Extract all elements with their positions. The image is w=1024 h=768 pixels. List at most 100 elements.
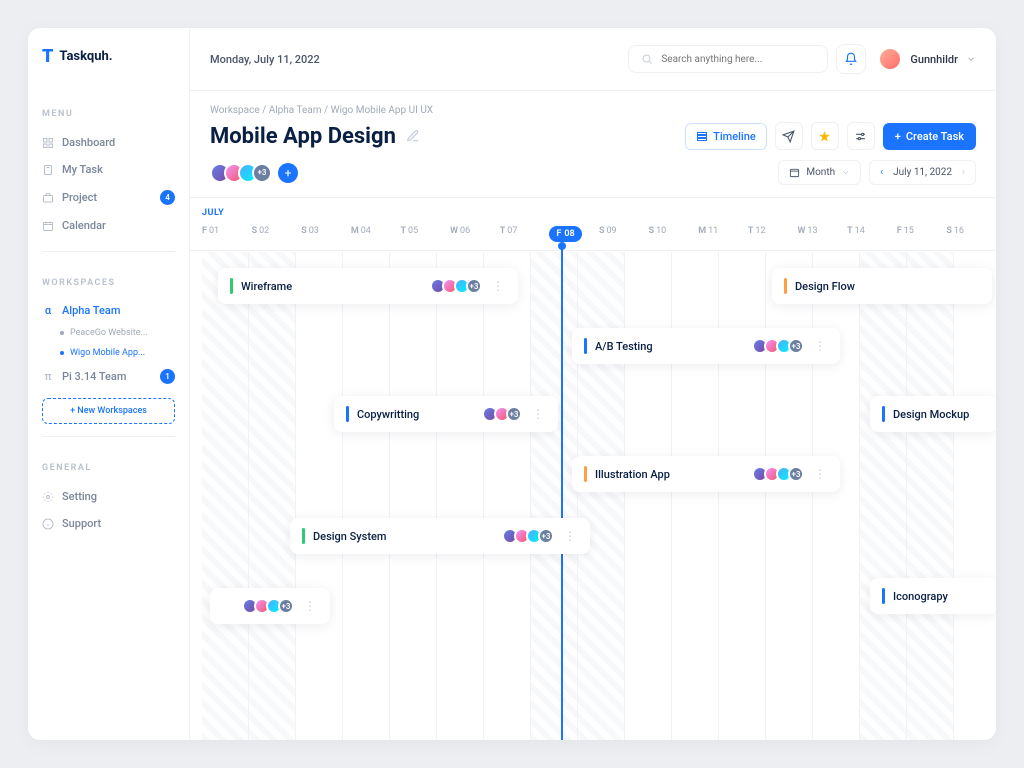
task-menu-button[interactable]: ⋮: [812, 467, 828, 481]
prev-date-button[interactable]: ‹: [880, 167, 883, 178]
breadcrumb[interactable]: Workspace / Alpha Team / Wigo Mobile App…: [210, 105, 976, 116]
menu-section-label: MENU: [42, 109, 175, 119]
member-avatars[interactable]: +3: [210, 163, 272, 183]
current-date: July 11, 2022: [893, 167, 952, 178]
workspace-children: PeaceGo Website... Wigo Mobile App...: [42, 323, 175, 363]
day-column[interactable]: W 06: [450, 226, 500, 242]
day-column[interactable]: F 15: [897, 226, 947, 242]
task-avatars: +3: [430, 278, 482, 294]
day-column[interactable]: S 16: [946, 226, 996, 242]
workspace-alpha[interactable]: α Alpha Team: [42, 298, 175, 323]
search-icon: [641, 53, 653, 65]
nav-setting[interactable]: Setting: [42, 483, 175, 510]
nav-dashboard[interactable]: Dashboard: [42, 129, 175, 156]
day-column[interactable]: S 03: [301, 226, 351, 242]
task-card-iconography[interactable]: Iconograpy: [870, 578, 996, 614]
project-badge: 4: [160, 190, 175, 205]
range-dropdown[interactable]: Month: [778, 160, 861, 185]
task-avatars: +3: [502, 528, 554, 544]
task-card-abtesting[interactable]: A/B Testing +3 ⋮: [572, 328, 840, 364]
ws-label: Alpha Team: [62, 304, 120, 317]
day-column[interactable]: S 02: [252, 226, 302, 242]
task-card-wireframe[interactable]: Wireframe +3 ⋮: [218, 268, 518, 304]
divider: [42, 436, 175, 437]
task-card-illustration[interactable]: Illustration App +3 ⋮: [572, 456, 840, 492]
pi-icon: π: [42, 371, 54, 383]
task-menu-button[interactable]: ⋮: [490, 279, 506, 293]
create-task-button[interactable]: + Create Task: [883, 123, 976, 150]
task-menu-button[interactable]: ⋮: [530, 407, 546, 421]
nav-calendar[interactable]: Calendar: [42, 212, 175, 239]
day-column[interactable]: M 04: [351, 226, 401, 242]
task-avatars: +3: [482, 406, 522, 422]
username: Gunnhildr: [910, 53, 958, 66]
task-card-copywriting[interactable]: Copywritting +3 ⋮: [334, 396, 558, 432]
favorite-button[interactable]: [811, 122, 839, 150]
task-color-bar: [230, 278, 233, 294]
day-column[interactable]: T 07: [500, 226, 550, 242]
search-box[interactable]: [628, 45, 828, 73]
task-card-designflow[interactable]: Design Flow: [772, 268, 992, 304]
page-title: Mobile App Design: [210, 124, 396, 149]
ws-child-wigo[interactable]: Wigo Mobile App...: [60, 343, 175, 363]
nav-project[interactable]: Project 4: [42, 183, 175, 212]
day-column[interactable]: S 09: [599, 226, 649, 242]
task-menu-button[interactable]: ⋮: [562, 529, 578, 543]
app-shell: T Taskquh. MENU Dashboard My Task Projec…: [28, 28, 996, 740]
day-column[interactable]: T 14: [847, 226, 897, 242]
chevron-down-icon: [966, 54, 976, 64]
edit-icon[interactable]: [406, 129, 420, 143]
info-icon: [42, 518, 54, 530]
task-card-designsystem[interactable]: Design System +3 ⋮: [290, 518, 590, 554]
sliders-icon: [854, 130, 867, 143]
alpha-icon: α: [42, 305, 54, 317]
notification-button[interactable]: [836, 44, 866, 74]
logo-mark-icon: T: [42, 46, 53, 67]
new-workspace-button[interactable]: + New Workspaces: [42, 398, 175, 424]
workspace-pi[interactable]: π Pi 3.14 Team 1: [42, 363, 175, 390]
grid-icon: [42, 137, 54, 149]
gear-icon: [42, 491, 54, 503]
general-section-label: GENERAL: [42, 463, 175, 473]
day-column[interactable]: M 11: [698, 226, 748, 242]
day-column[interactable]: T 12: [748, 226, 798, 242]
task-color-bar: [784, 278, 787, 294]
bell-icon: [844, 52, 858, 66]
page-header: Workspace / Alpha Team / Wigo Mobile App…: [190, 91, 996, 198]
nav-support[interactable]: Support: [42, 510, 175, 537]
timeline-view-button[interactable]: Timeline: [685, 123, 767, 150]
ws-child-peacego[interactable]: PeaceGo Website...: [60, 323, 175, 343]
task-menu-button[interactable]: ⋮: [812, 339, 828, 353]
chevron-down-icon: [841, 168, 850, 177]
day-column[interactable]: F 08: [549, 226, 599, 242]
calendar-icon: [789, 167, 800, 178]
timeline-view: JULY F 01S 02S 03M 04T 05W 06T 07F 08S 0…: [190, 198, 996, 740]
nav-label: My Task: [62, 163, 103, 176]
task-menu-button[interactable]: ⋮: [302, 599, 318, 613]
add-member-button[interactable]: +: [278, 163, 298, 183]
day-column[interactable]: F 01: [202, 226, 252, 242]
rows-icon: [696, 130, 708, 142]
search-input[interactable]: [661, 54, 815, 65]
day-column[interactable]: T 05: [401, 226, 451, 242]
logo[interactable]: T Taskquh.: [42, 46, 175, 67]
nav-label: Dashboard: [62, 136, 115, 149]
nav-mytask[interactable]: My Task: [42, 156, 175, 183]
task-color-bar: [346, 406, 349, 422]
task-card-avatars-only[interactable]: +3 ⋮: [210, 588, 330, 624]
clipboard-icon: [42, 164, 54, 176]
topbar: Monday, July 11, 2022 Gunnhildr: [190, 28, 996, 91]
user-menu[interactable]: Gunnhildr: [878, 47, 976, 71]
task-card-designmockup[interactable]: Design Mockup: [870, 396, 996, 432]
task-avatars: +3: [242, 598, 294, 614]
task-color-bar: [584, 466, 587, 482]
share-button[interactable]: [775, 122, 803, 150]
task-avatars: +3: [752, 338, 804, 354]
task-avatars: +3: [752, 466, 804, 482]
calendar-icon: [42, 220, 54, 232]
next-date-button[interactable]: ›: [962, 167, 965, 178]
filter-button[interactable]: [847, 122, 875, 150]
day-column[interactable]: W 13: [798, 226, 848, 242]
task-color-bar: [584, 338, 587, 354]
day-column[interactable]: S 10: [649, 226, 699, 242]
